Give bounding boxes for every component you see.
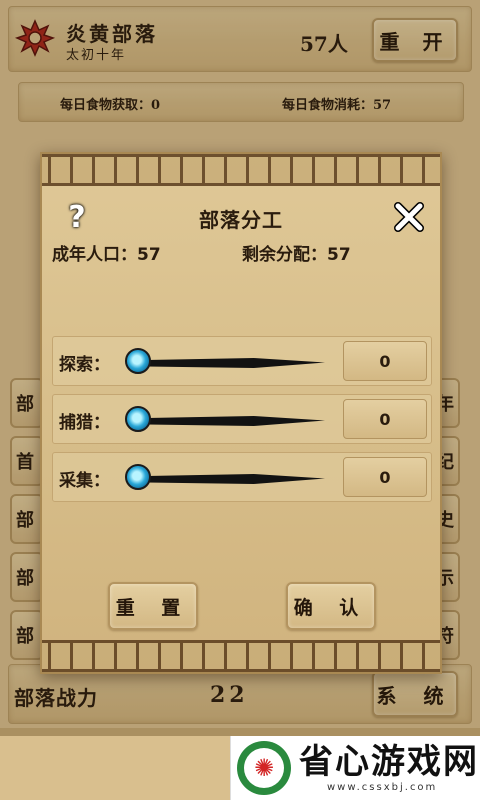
job-label: 捕猎： <box>59 413 110 433</box>
slider-track <box>147 474 325 484</box>
job-row-explore: 探索： 0 <box>52 336 432 386</box>
dialog-border-bottom <box>42 640 440 672</box>
reset-button[interactable]: 重 置 <box>108 582 198 630</box>
labor-division-dialog: ? 部落分工 成年人口：57 剩余分配：57 探索： 0 捕猎： 0 采集： 0… <box>40 152 442 674</box>
slider-track <box>147 358 325 368</box>
job-label: 探索： <box>59 355 110 375</box>
slider-knob[interactable] <box>125 464 151 490</box>
job-label: 采集： <box>59 471 110 491</box>
crab-logo-icon: ✺ <box>237 741 291 795</box>
remaining-allocation: 剩余分配：57 <box>242 245 351 265</box>
adult-population: 成年人口：57 <box>52 245 161 265</box>
job-value[interactable]: 0 <box>343 341 427 381</box>
confirm-button[interactable]: 确 认 <box>286 582 376 630</box>
job-value[interactable]: 0 <box>343 457 427 497</box>
slider-knob[interactable] <box>125 348 151 374</box>
job-row-hunt: 捕猎： 0 <box>52 394 432 444</box>
job-row-gather: 采集： 0 <box>52 452 432 502</box>
dialog-title: 部落分工 <box>199 208 283 232</box>
slider-knob[interactable] <box>125 406 151 432</box>
dialog-border-top <box>42 154 440 186</box>
crab-icon: ✺ <box>244 748 284 788</box>
hunt-slider[interactable] <box>125 405 329 435</box>
gather-slider[interactable] <box>125 463 329 493</box>
ad-banner[interactable]: ✺ 省心游戏网 www.cssxbj.com <box>230 736 480 800</box>
ad-title: 省心游戏网 <box>299 742 479 782</box>
explore-slider[interactable] <box>125 347 329 377</box>
slider-track <box>147 416 325 426</box>
ad-url: www.cssxbj.com <box>327 782 438 793</box>
job-value[interactable]: 0 <box>343 399 427 439</box>
